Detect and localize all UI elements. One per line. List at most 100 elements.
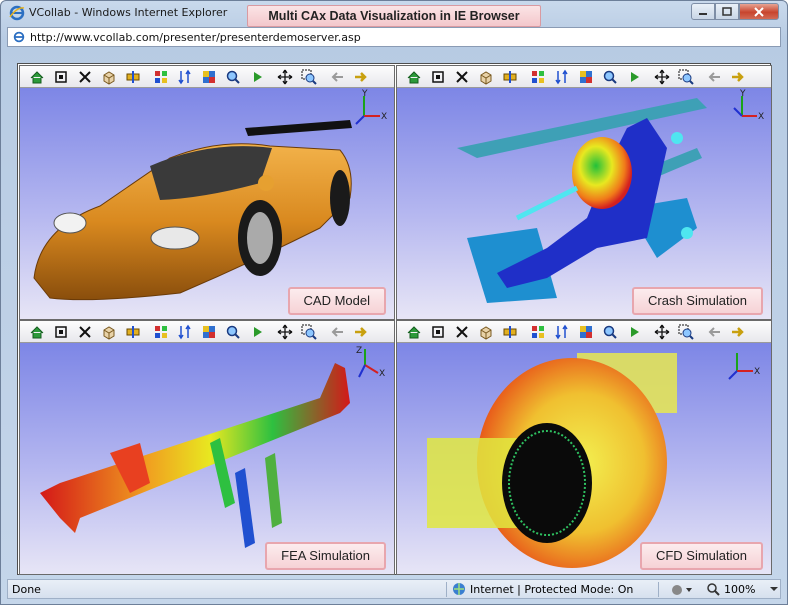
- pan-icon: [277, 69, 292, 84]
- zoom-box-button[interactable]: [677, 323, 694, 340]
- title-bar[interactable]: VCollab - Windows Internet Explorer Mult…: [1, 1, 787, 27]
- home-button[interactable]: [405, 323, 422, 340]
- color-map-button[interactable]: [200, 323, 217, 340]
- home-button[interactable]: [28, 323, 45, 340]
- magnify-button[interactable]: [224, 323, 241, 340]
- back-arrow-button[interactable]: [705, 68, 722, 85]
- protected-mode-icon[interactable]: [670, 583, 696, 597]
- axis-triad: X: [728, 353, 760, 380]
- magnify-button[interactable]: [601, 323, 618, 340]
- security-zone[interactable]: Internet | Protected Mode: On: [452, 582, 633, 596]
- viewport-3d[interactable]: Y X Crash Simulation: [397, 88, 771, 319]
- section-button[interactable]: [501, 323, 518, 340]
- zoom-box-icon: [678, 69, 694, 85]
- animate-button[interactable]: [152, 323, 169, 340]
- zoom-box-button[interactable]: [300, 323, 317, 340]
- cube-button[interactable]: [477, 323, 494, 340]
- maximize-icon: [722, 7, 732, 16]
- zoom-box-button[interactable]: [300, 68, 317, 85]
- fit-view-button[interactable]: [429, 68, 446, 85]
- animate-button[interactable]: [529, 68, 546, 85]
- explode-icon: [78, 70, 91, 83]
- viewer-pane-cfd: X CFD Simulation: [396, 320, 772, 575]
- color-map-button[interactable]: [577, 68, 594, 85]
- animate-button[interactable]: [529, 323, 546, 340]
- magnify-button[interactable]: [224, 68, 241, 85]
- fit-view-icon: [54, 70, 67, 83]
- play-button[interactable]: [625, 68, 642, 85]
- home-icon: [30, 325, 43, 338]
- minimize-icon: [699, 12, 707, 15]
- cube-button[interactable]: [100, 323, 117, 340]
- page-icon: [13, 31, 25, 43]
- sort-icon: [554, 324, 568, 339]
- cube-button[interactable]: [477, 68, 494, 85]
- home-button[interactable]: [28, 68, 45, 85]
- pan-button[interactable]: [653, 323, 670, 340]
- presenter-content: Y X CAD Model Y X Crash Simulation Z X F…: [17, 63, 772, 575]
- magnify-button[interactable]: [601, 68, 618, 85]
- magnify-icon: [603, 325, 617, 339]
- play-button[interactable]: [248, 323, 265, 340]
- section-icon: [503, 325, 516, 338]
- animate-icon: [531, 70, 544, 83]
- play-button[interactable]: [248, 68, 265, 85]
- section-button[interactable]: [124, 68, 141, 85]
- home-icon: [30, 70, 43, 83]
- zoom-control[interactable]: 100%: [706, 582, 779, 596]
- address-bar[interactable]: http://www.vcollab.com/presenter/present…: [7, 27, 781, 47]
- section-button[interactable]: [501, 68, 518, 85]
- fit-view-button[interactable]: [429, 323, 446, 340]
- pan-button[interactable]: [653, 68, 670, 85]
- zoom-box-button[interactable]: [677, 68, 694, 85]
- pan-button[interactable]: [276, 323, 293, 340]
- back-arrow-button[interactable]: [328, 68, 345, 85]
- sort-button[interactable]: [176, 323, 193, 340]
- forward-arrow-button[interactable]: [352, 323, 369, 340]
- explode-icon: [455, 70, 468, 83]
- viewport-3d[interactable]: Z X FEA Simulation: [20, 343, 394, 574]
- sort-button[interactable]: [553, 323, 570, 340]
- explode-button[interactable]: [453, 323, 470, 340]
- forward-arrow-button[interactable]: [352, 68, 369, 85]
- viewer-pane-fea: Z X FEA Simulation: [19, 320, 395, 575]
- viewer-toolbar: [397, 321, 771, 343]
- svg-text:Y: Y: [739, 89, 746, 99]
- explode-button[interactable]: [76, 323, 93, 340]
- explode-button[interactable]: [453, 68, 470, 85]
- ie-logo-icon: [9, 5, 25, 21]
- explode-icon: [78, 325, 91, 338]
- fea-model-render: Z X: [40, 346, 385, 548]
- sort-button[interactable]: [176, 68, 193, 85]
- forward-arrow-button[interactable]: [729, 68, 746, 85]
- explode-button[interactable]: [76, 68, 93, 85]
- back-arrow-icon: [331, 326, 343, 337]
- viewport-3d[interactable]: Y X CAD Model: [20, 88, 394, 319]
- cube-icon: [103, 325, 114, 340]
- color-map-button[interactable]: [200, 68, 217, 85]
- back-arrow-button[interactable]: [705, 323, 722, 340]
- minimize-button[interactable]: [691, 3, 715, 20]
- animate-button[interactable]: [152, 68, 169, 85]
- chevron-down-icon: [770, 587, 779, 591]
- fit-view-button[interactable]: [52, 323, 69, 340]
- close-button[interactable]: [739, 3, 779, 20]
- color-map-button[interactable]: [577, 323, 594, 340]
- back-arrow-icon: [331, 71, 343, 82]
- cube-button[interactable]: [100, 68, 117, 85]
- forward-arrow-button[interactable]: [729, 323, 746, 340]
- sort-button[interactable]: [553, 68, 570, 85]
- globe-icon: [453, 583, 465, 595]
- viewport-3d[interactable]: X CFD Simulation: [397, 343, 771, 574]
- svg-text:X: X: [379, 369, 385, 379]
- play-icon: [630, 71, 639, 82]
- pan-button[interactable]: [276, 68, 293, 85]
- fit-view-button[interactable]: [52, 68, 69, 85]
- back-arrow-button[interactable]: [328, 323, 345, 340]
- play-button[interactable]: [625, 323, 642, 340]
- section-button[interactable]: [124, 323, 141, 340]
- maximize-button[interactable]: [715, 3, 739, 20]
- magnify-icon: [603, 70, 617, 84]
- url-field[interactable]: http://www.vcollab.com/presenter/present…: [30, 31, 361, 44]
- home-button[interactable]: [405, 68, 422, 85]
